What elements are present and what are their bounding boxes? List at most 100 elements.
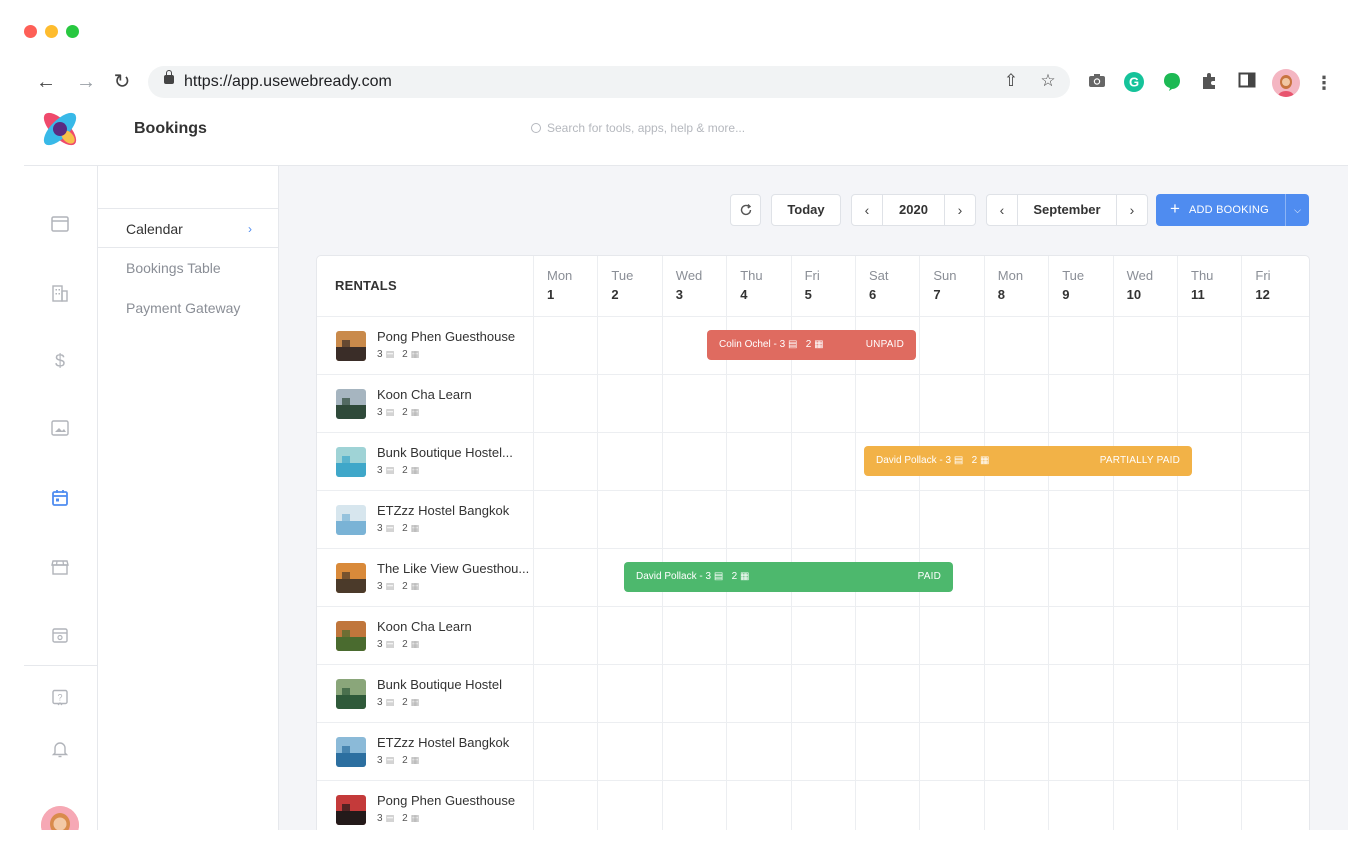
guests-icon: ▦	[410, 349, 420, 359]
booking-status: PAID	[917, 571, 941, 582]
maximize-window-dot[interactable]	[66, 25, 79, 38]
dashboard-icon[interactable]	[51, 216, 69, 234]
rental-name[interactable]: ETZzz Hostel Bangkok	[377, 735, 509, 750]
search-input[interactable]: Search for tools, apps, help & more...	[531, 121, 745, 135]
bell-icon[interactable]	[51, 740, 69, 758]
day-column-header: Wed 3	[661, 256, 726, 316]
rental-thumbnail	[336, 563, 366, 593]
rental-row[interactable]: Koon Cha Learn 3 ▤ 2 ▦	[317, 606, 1309, 664]
lock-icon	[164, 70, 174, 84]
booking-bar[interactable]: David Pollack - 3 ▤ 2 ▦ PAID	[624, 562, 953, 592]
side-panel-icon[interactable]	[1236, 72, 1258, 94]
day-column-header: Thu 11	[1177, 256, 1241, 316]
subnav-item-payment-gateway[interactable]: Payment Gateway	[98, 288, 278, 328]
back-arrow-icon[interactable]: ←	[34, 70, 58, 94]
dollar-icon[interactable]: $	[51, 352, 69, 370]
rental-name[interactable]: ETZzz Hostel Bangkok	[377, 503, 509, 518]
schedule-icon[interactable]	[51, 626, 69, 644]
booking-status: UNPAID	[865, 339, 904, 350]
rental-beds: 3	[377, 349, 383, 360]
booking-guests: 2	[731, 571, 738, 582]
rental-guests: 2	[402, 465, 408, 476]
day-name: Tue	[611, 268, 634, 283]
rental-row[interactable]: ETZzz Hostel Bangkok 3 ▤ 2 ▦	[317, 722, 1309, 780]
next-year-chevron-icon[interactable]: ›	[945, 195, 975, 225]
rental-thumbnail	[336, 737, 366, 767]
booking-guests: 2	[805, 339, 812, 350]
rental-capacity: 3 ▤ 2 ▦	[377, 349, 427, 360]
browser-menu-icon[interactable]: ⋮	[1313, 72, 1335, 94]
rental-name[interactable]: Bunk Boutique Hostel...	[377, 445, 513, 460]
rental-row[interactable]: Koon Cha Learn 3 ▤ 2 ▦	[317, 374, 1309, 432]
reload-icon[interactable]: ↻	[110, 70, 134, 94]
calendar-icon[interactable]	[51, 489, 69, 507]
day-column-header: Fri 5	[790, 256, 855, 316]
month-value: September	[1017, 195, 1117, 225]
rental-name[interactable]: Pong Phen Guesthouse	[377, 329, 515, 344]
address-bar[interactable]: https://app.usewebready.com ⇧ ☆	[148, 66, 1070, 98]
evernote-extension-icon[interactable]	[1161, 72, 1183, 94]
svg-text:G: G	[1129, 75, 1139, 90]
help-icon[interactable]: ?	[51, 689, 69, 707]
booking-calendar: RENTALS Mon 1 Tue 2 Wed 3 Thu 4 Fri 5 Sat 6 Sun 7 Mon 8…	[316, 255, 1310, 830]
bed-icon: ▤	[385, 407, 395, 417]
prev-month-chevron-icon[interactable]: ‹	[987, 195, 1017, 225]
store-icon[interactable]	[51, 558, 69, 576]
year-value: 2020	[882, 195, 945, 225]
booking-bar[interactable]: David Pollack - 3 ▤ 2 ▦ PARTIALLY PAID	[864, 446, 1192, 476]
extensions-puzzle-icon[interactable]	[1198, 72, 1220, 94]
day-date: 5	[804, 287, 812, 302]
app-logo[interactable]	[40, 109, 80, 149]
close-window-dot[interactable]	[24, 25, 37, 38]
refresh-button[interactable]	[730, 194, 761, 226]
image-icon[interactable]	[51, 420, 69, 438]
guests-icon: ▦	[410, 581, 420, 591]
app-container: Bookings Search for tools, apps, help & …	[24, 104, 1348, 830]
booking-separator: -	[770, 339, 780, 350]
page-title: Bookings	[134, 120, 207, 137]
rental-name[interactable]: Koon Cha Learn	[377, 619, 472, 634]
rental-thumbnail	[336, 679, 366, 709]
bed-icon: ▤	[787, 339, 798, 350]
rental-capacity: 3 ▤ 2 ▦	[377, 523, 427, 534]
browser-window: ← → ↻ https://app.usewebready.com ⇧ ☆ G …	[0, 0, 1370, 856]
bed-icon: ▤	[953, 455, 964, 466]
chevron-down-icon[interactable]: ⌵	[1285, 194, 1309, 226]
day-date: 4	[740, 287, 748, 302]
camera-extension-icon[interactable]	[1086, 72, 1108, 94]
guests-icon: ▦	[410, 639, 420, 649]
rental-thumbnail	[336, 331, 366, 361]
add-booking-button[interactable]: + ADD BOOKING ⌵	[1156, 194, 1309, 226]
rental-row[interactable]: Bunk Boutique Hostel 3 ▤ 2 ▦	[317, 664, 1309, 722]
rental-name[interactable]: Pong Phen Guesthouse	[377, 793, 515, 808]
prev-year-chevron-icon[interactable]: ‹	[852, 195, 882, 225]
day-name: Thu	[740, 268, 763, 283]
minimize-window-dot[interactable]	[45, 25, 58, 38]
rental-capacity: 3 ▤ 2 ▦	[377, 813, 427, 824]
booking-bar[interactable]: Colin Ochel - 3 ▤ 2 ▦ UNPAID	[707, 330, 916, 360]
subnav-item-calendar[interactable]: Calendar ›	[98, 208, 278, 248]
day-date: 11	[1191, 287, 1205, 302]
rental-row[interactable]: Pong Phen Guesthouse 3 ▤ 2 ▦	[317, 780, 1309, 830]
user-avatar[interactable]	[41, 806, 79, 830]
today-button[interactable]: Today	[771, 194, 841, 226]
subnav-item-bookings-table[interactable]: Bookings Table	[98, 248, 278, 288]
day-name: Wed	[1126, 268, 1154, 283]
app-header: Bookings Search for tools, apps, help & …	[24, 104, 1348, 166]
profile-avatar-icon[interactable]	[1272, 69, 1300, 97]
day-column-header: Mon 8	[983, 256, 1048, 316]
grammarly-extension-icon[interactable]: G	[1123, 72, 1145, 94]
rail-divider	[24, 665, 98, 666]
bed-icon: ▤	[385, 523, 395, 533]
forward-arrow-icon[interactable]: →	[74, 70, 98, 94]
share-icon[interactable]: ⇧	[1000, 71, 1022, 91]
rental-name[interactable]: Bunk Boutique Hostel	[377, 677, 502, 692]
next-month-chevron-icon[interactable]: ›	[1117, 195, 1147, 225]
rental-name[interactable]: The Like View Guesthou...	[377, 561, 529, 576]
building-icon[interactable]	[51, 284, 69, 302]
bookmark-star-icon[interactable]: ☆	[1037, 71, 1059, 91]
window-controls	[24, 25, 79, 38]
url-text[interactable]: https://app.usewebready.com	[184, 73, 392, 91]
rental-row[interactable]: ETZzz Hostel Bangkok 3 ▤ 2 ▦	[317, 490, 1309, 548]
rental-name[interactable]: Koon Cha Learn	[377, 387, 472, 402]
